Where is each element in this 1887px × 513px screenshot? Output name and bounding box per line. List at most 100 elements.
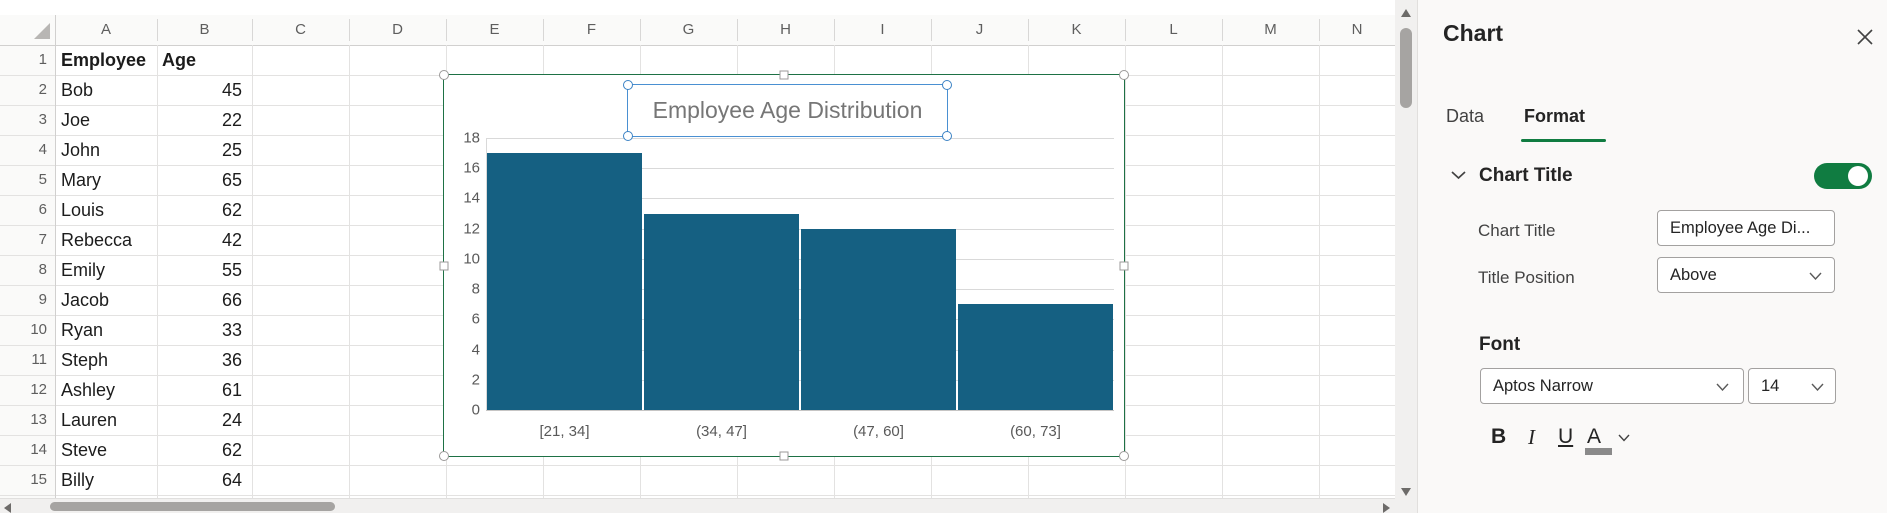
column-header-C[interactable]: C <box>252 15 349 45</box>
cell-A1[interactable]: Employee <box>61 45 153 75</box>
cell-B5[interactable]: 65 <box>157 165 247 195</box>
bold-button[interactable]: B <box>1491 425 1506 449</box>
cell-A13[interactable]: Lauren <box>61 405 153 435</box>
embedded-chart[interactable]: 0 2 4 6 8 10 12 14 16 18 [21, 34] (34, 47] (47, 60]… <box>439 70 1129 461</box>
cell-B4[interactable]: 25 <box>157 135 247 165</box>
cell-A5[interactable]: Mary <box>61 165 153 195</box>
column-header-L[interactable]: L <box>1125 15 1222 45</box>
row-header-9[interactable]: 9 <box>0 285 47 315</box>
column-header-D[interactable]: D <box>349 15 446 45</box>
horizontal-scrollbar[interactable] <box>0 498 1395 513</box>
histogram-bar[interactable] <box>487 153 642 410</box>
chart-resize-handle[interactable] <box>779 70 789 80</box>
cell-A6[interactable]: Louis <box>61 195 153 225</box>
row-header-13[interactable]: 13 <box>0 405 47 435</box>
cell-A3[interactable]: Joe <box>61 105 153 135</box>
column-header-J[interactable]: J <box>931 15 1028 45</box>
cell-A12[interactable]: Ashley <box>61 375 153 405</box>
cell-B15[interactable]: 64 <box>157 465 247 495</box>
cell-B14[interactable]: 62 <box>157 435 247 465</box>
cell-B6[interactable]: 62 <box>157 195 247 225</box>
tab-format[interactable]: Format <box>1524 106 1585 127</box>
chart-resize-handle[interactable] <box>1119 261 1129 270</box>
cell-A7[interactable]: Rebecca <box>61 225 153 255</box>
column-header-G[interactable]: G <box>640 15 737 45</box>
underline-button[interactable]: U <box>1558 425 1573 449</box>
histogram-bar[interactable] <box>801 228 956 410</box>
title-handle[interactable] <box>942 80 952 90</box>
cell-B7[interactable]: 42 <box>157 225 247 255</box>
cell-A9[interactable]: Jacob <box>61 285 153 315</box>
chart-resize-handle[interactable] <box>1119 451 1129 461</box>
row-header-11[interactable]: 11 <box>0 345 47 375</box>
scroll-right-icon[interactable] <box>1383 503 1390 513</box>
italic-button[interactable]: I <box>1528 425 1535 450</box>
row-header-10[interactable]: 10 <box>0 315 47 345</box>
chart-title-toggle[interactable] <box>1814 163 1872 189</box>
row-header-1[interactable]: 1 <box>0 45 47 75</box>
column-header-H[interactable]: H <box>737 15 834 45</box>
cell-B10[interactable]: 33 <box>157 315 247 345</box>
column-header-N[interactable]: N <box>1319 15 1395 45</box>
histogram-bar[interactable] <box>958 304 1113 410</box>
cell-A15[interactable]: Billy <box>61 465 153 495</box>
column-header-E[interactable]: E <box>446 15 543 45</box>
title-handle[interactable] <box>942 131 952 141</box>
cell-B13[interactable]: 24 <box>157 405 247 435</box>
column-header-I[interactable]: I <box>834 15 931 45</box>
section-collapse-chevron-icon[interactable] <box>1451 170 1466 180</box>
chart-resize-handle[interactable] <box>779 451 789 461</box>
column-header-F[interactable]: F <box>543 15 640 45</box>
column-header-K[interactable]: K <box>1028 15 1125 45</box>
chart-resize-handle[interactable] <box>439 261 449 270</box>
cell-A11[interactable]: Steph <box>61 345 153 375</box>
row-header-3[interactable]: 3 <box>0 105 47 135</box>
column-header-M[interactable]: M <box>1222 15 1319 45</box>
chart-resize-handle[interactable] <box>1119 70 1129 80</box>
vertical-scrollbar-thumb[interactable] <box>1400 28 1412 108</box>
scroll-up-icon[interactable] <box>1401 9 1411 17</box>
cell-A8[interactable]: Emily <box>61 255 153 285</box>
select-all-corner[interactable] <box>0 15 55 45</box>
font-color-button[interactable]: A <box>1585 425 1612 455</box>
spreadsheet-grid[interactable]: ABCDEFGHIJKLMN 1 2 3 4 5 6 7 8 9 10 11 12 13 14 15 Emp… <box>0 0 1395 513</box>
row-header-6[interactable]: 6 <box>0 195 47 225</box>
cell-B8[interactable]: 55 <box>157 255 247 285</box>
row-header-4[interactable]: 4 <box>0 135 47 165</box>
chart-title-input[interactable]: Employee Age Di... <box>1657 210 1835 246</box>
row-header-2[interactable]: 2 <box>0 75 47 105</box>
cell-B12[interactable]: 61 <box>157 375 247 405</box>
title-handle[interactable] <box>623 80 633 90</box>
histogram-bar[interactable] <box>644 213 799 410</box>
row-header-12[interactable]: 12 <box>0 375 47 405</box>
row-header-14[interactable]: 14 <box>0 435 47 465</box>
chart-resize-handle[interactable] <box>439 70 449 80</box>
scroll-down-icon[interactable] <box>1401 488 1411 496</box>
cell-B11[interactable]: 36 <box>157 345 247 375</box>
cell-A10[interactable]: Ryan <box>61 315 153 345</box>
cell-B1[interactable]: Age <box>157 45 247 75</box>
cell-A2[interactable]: Bob <box>61 75 153 105</box>
horizontal-scrollbar-thumb[interactable] <box>50 502 335 511</box>
close-icon[interactable] <box>1857 29 1873 45</box>
font-family-dropdown[interactable]: Aptos Narrow <box>1480 368 1744 404</box>
vertical-scrollbar[interactable] <box>1395 0 1417 513</box>
cell-B2[interactable]: 45 <box>157 75 247 105</box>
title-handle[interactable] <box>623 131 633 141</box>
font-size-dropdown[interactable]: 14 <box>1748 368 1836 404</box>
scroll-left-icon[interactable] <box>4 503 11 513</box>
font-color-chevron-icon[interactable] <box>1618 434 1630 442</box>
row-header-8[interactable]: 8 <box>0 255 47 285</box>
column-header-A[interactable]: A <box>55 15 157 45</box>
row-header-15[interactable]: 15 <box>0 465 47 495</box>
row-header-5[interactable]: 5 <box>0 165 47 195</box>
title-position-dropdown[interactable]: Above <box>1657 257 1835 293</box>
row-header-7[interactable]: 7 <box>0 225 47 255</box>
column-header-B[interactable]: B <box>157 15 252 45</box>
cell-B9[interactable]: 66 <box>157 285 247 315</box>
chart-resize-handle[interactable] <box>439 451 449 461</box>
cell-A4[interactable]: John <box>61 135 153 165</box>
tab-data[interactable]: Data <box>1446 106 1484 127</box>
cell-B3[interactable]: 22 <box>157 105 247 135</box>
chart-title-box[interactable]: Employee Age Distribution <box>623 80 952 141</box>
